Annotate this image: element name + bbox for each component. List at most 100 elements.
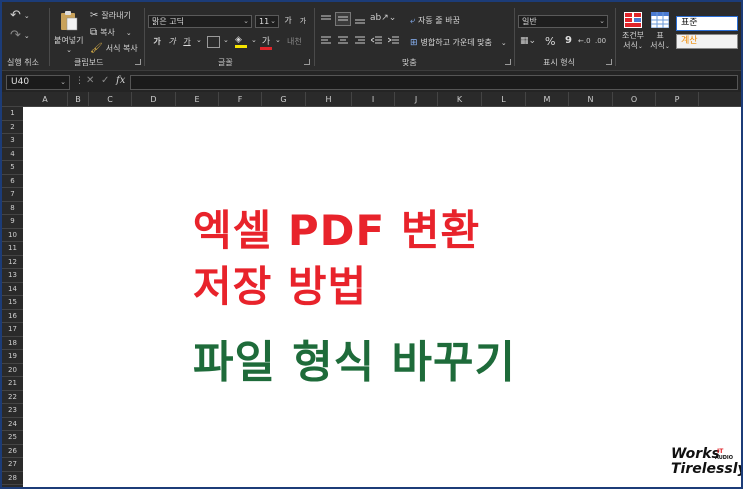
font-launcher-icon[interactable]: [304, 59, 310, 65]
decrease-indent-icon[interactable]: [370, 36, 383, 49]
row-header[interactable]: 12: [2, 256, 23, 269]
grow-font-button[interactable]: 가: [281, 15, 295, 27]
border-icon[interactable]: [207, 36, 220, 48]
underline-button[interactable]: 가: [180, 36, 194, 48]
column-header[interactable]: A: [23, 92, 68, 107]
row-header[interactable]: 23: [2, 404, 23, 418]
row-header[interactable]: 26: [2, 445, 23, 458]
row-header[interactable]: 6: [2, 175, 23, 188]
row-header[interactable]: 10: [2, 229, 23, 242]
column-header[interactable]: D: [132, 92, 176, 107]
copy-button[interactable]: ⧉ 복사 ⌄: [90, 27, 132, 38]
row-header[interactable]: 19: [2, 350, 23, 364]
orientation-icon[interactable]: ab↗⌄: [370, 13, 396, 23]
row-header[interactable]: 18: [2, 337, 23, 350]
align-right-icon[interactable]: [354, 36, 366, 49]
shrink-font-button[interactable]: 가: [296, 15, 310, 27]
row-header[interactable]: 21: [2, 377, 23, 391]
style-calculation[interactable]: 계산: [676, 34, 738, 49]
column-header[interactable]: I: [352, 92, 395, 107]
format-painter-label: 서식 복사: [105, 44, 138, 53]
row-header[interactable]: 15: [2, 296, 23, 310]
row-header[interactable]: 4: [2, 148, 23, 161]
column-header[interactable]: P: [656, 92, 699, 107]
row-header[interactable]: 25: [2, 431, 23, 445]
align-top-icon[interactable]: [320, 14, 332, 27]
redo-button[interactable]: ↷ ⌄: [10, 28, 30, 43]
column-header[interactable]: K: [438, 92, 482, 107]
accounting-format-icon[interactable]: ▦⌄: [520, 36, 536, 46]
enter-check-icon[interactable]: ✓: [101, 75, 109, 86]
row-header[interactable]: 13: [2, 269, 23, 283]
insert-function-icon[interactable]: fx: [116, 75, 125, 86]
format-painter-button[interactable]: 🖌 서식 복사: [90, 43, 138, 54]
row-header[interactable]: 2: [2, 121, 23, 134]
column-header[interactable]: F: [219, 92, 262, 107]
row-header[interactable]: 9: [2, 215, 23, 229]
align-center-icon[interactable]: [337, 36, 349, 49]
font-name-select[interactable]: 맑은 고딕 ⌄: [148, 15, 252, 28]
row-header[interactable]: 24: [2, 418, 23, 431]
worksheet[interactable]: 엑셀 PDF 변환 저장 방법 파일 형식 바꾸기 Works IT AUDIO T…: [23, 107, 741, 487]
column-header[interactable]: B: [68, 92, 89, 107]
column-header[interactable]: L: [482, 92, 526, 107]
paint-bucket-icon: ◈: [235, 35, 242, 45]
percent-button[interactable]: %: [545, 35, 555, 48]
align-left-icon[interactable]: [320, 36, 332, 49]
row-header[interactable]: 7: [2, 188, 23, 202]
row-header[interactable]: 27: [2, 458, 23, 472]
row-header[interactable]: 5: [2, 161, 23, 175]
format-as-table-button[interactable]: 표 서식⌄: [648, 11, 672, 52]
phonetic-icon[interactable]: 내천: [287, 36, 302, 47]
row-header[interactable]: 14: [2, 283, 23, 296]
row-header[interactable]: 3: [2, 134, 23, 148]
number-launcher-icon[interactable]: [606, 59, 612, 65]
conditional-format-button[interactable]: 조건부 서식⌄: [620, 12, 646, 52]
fill-color-button[interactable]: ◈: [235, 35, 247, 48]
column-header[interactable]: H: [306, 92, 352, 107]
column-header[interactable]: J: [395, 92, 438, 107]
formula-input[interactable]: [130, 75, 738, 90]
column-header[interactable]: O: [613, 92, 656, 107]
underline-dropdown-icon[interactable]: ⌄: [196, 36, 202, 44]
font-size-select[interactable]: 11 ⌄: [255, 15, 279, 28]
clipboard-launcher-icon[interactable]: [135, 59, 141, 65]
ribbon: ↶ ⌄ ↷ ⌄ 실행 취소 붙여넣기 ⌄ ✂ 잘라내기 ⧉ 복사 ⌄ 🖌 서식 복사 클립보…: [2, 2, 741, 70]
font-color-dropdown-icon[interactable]: ⌄: [275, 36, 281, 44]
row-header[interactable]: 1: [2, 107, 23, 121]
increase-indent-icon[interactable]: [387, 36, 400, 49]
cancel-icon[interactable]: ✕: [86, 75, 94, 86]
merge-center-button[interactable]: ⊞ 병합하고 가운데 맞춤 ⌄: [410, 37, 507, 48]
alignment-launcher-icon[interactable]: [505, 59, 511, 65]
column-header[interactable]: M: [526, 92, 569, 107]
font-color-button[interactable]: 가: [260, 34, 272, 50]
decrease-decimal-icon[interactable]: .00: [595, 37, 606, 45]
increase-decimal-icon[interactable]: ←.0: [578, 37, 591, 45]
fill-dropdown-icon[interactable]: ⌄: [251, 36, 257, 44]
row-header[interactable]: 20: [2, 364, 23, 377]
name-box[interactable]: U40 ⌄: [6, 75, 70, 90]
row-header[interactable]: 11: [2, 242, 23, 256]
row-header[interactable]: 17: [2, 323, 23, 337]
row-header[interactable]: 16: [2, 310, 23, 323]
style-normal[interactable]: 표준: [676, 16, 738, 31]
comma-button[interactable]: 9: [565, 35, 572, 46]
alignment-group-label: 맞춤: [402, 58, 417, 67]
column-header[interactable]: E: [176, 92, 219, 107]
undo-button[interactable]: ↶ ⌄: [10, 8, 30, 23]
column-header[interactable]: G: [262, 92, 306, 107]
column-header[interactable]: N: [569, 92, 613, 107]
italic-button[interactable]: 가: [165, 36, 179, 48]
bold-button[interactable]: 가: [150, 36, 164, 48]
paste-button[interactable]: 붙여넣기 ⌄: [54, 10, 83, 54]
row-header[interactable]: 22: [2, 391, 23, 404]
row-header[interactable]: 28: [2, 472, 23, 485]
wrap-text-button[interactable]: ⤶ 자동 줄 바꿈: [410, 15, 460, 26]
cut-button[interactable]: ✂ 잘라내기: [90, 10, 131, 21]
number-format-select[interactable]: 일반 ⌄: [518, 15, 608, 28]
column-header[interactable]: C: [89, 92, 132, 107]
row-header[interactable]: 8: [2, 202, 23, 215]
align-middle-icon[interactable]: [335, 12, 351, 26]
align-bottom-icon[interactable]: [354, 14, 366, 27]
border-dropdown-icon[interactable]: ⌄: [223, 36, 229, 44]
